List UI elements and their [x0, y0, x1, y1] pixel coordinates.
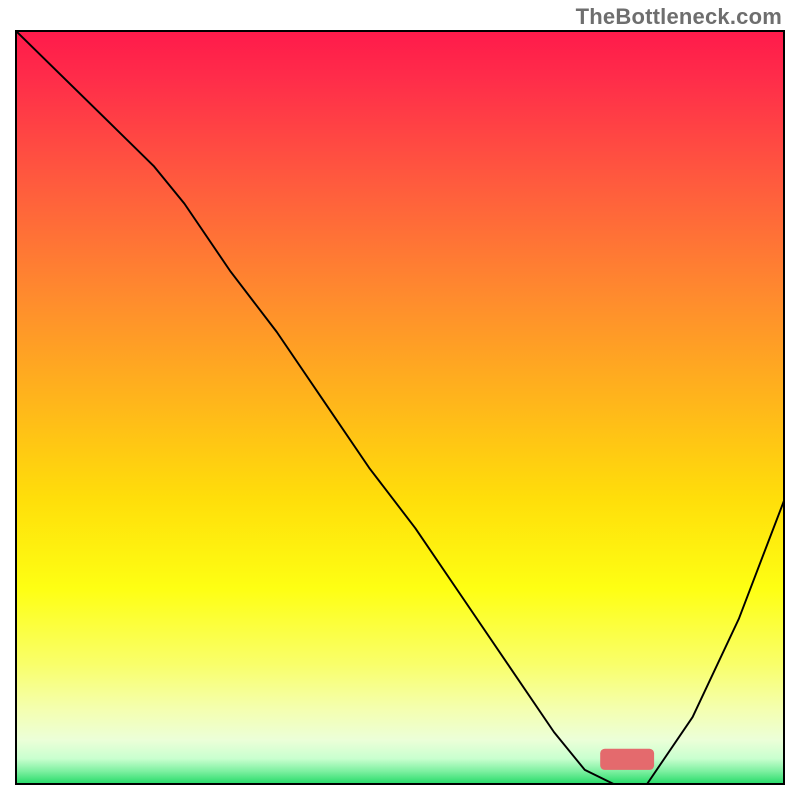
curve-path: [15, 30, 785, 785]
bottleneck-curve: [15, 30, 785, 785]
optimal-marker: [600, 749, 654, 770]
chart-root: TheBottleneck.com: [0, 0, 800, 800]
watermark-text: TheBottleneck.com: [576, 4, 782, 30]
plot-area: [15, 30, 785, 785]
